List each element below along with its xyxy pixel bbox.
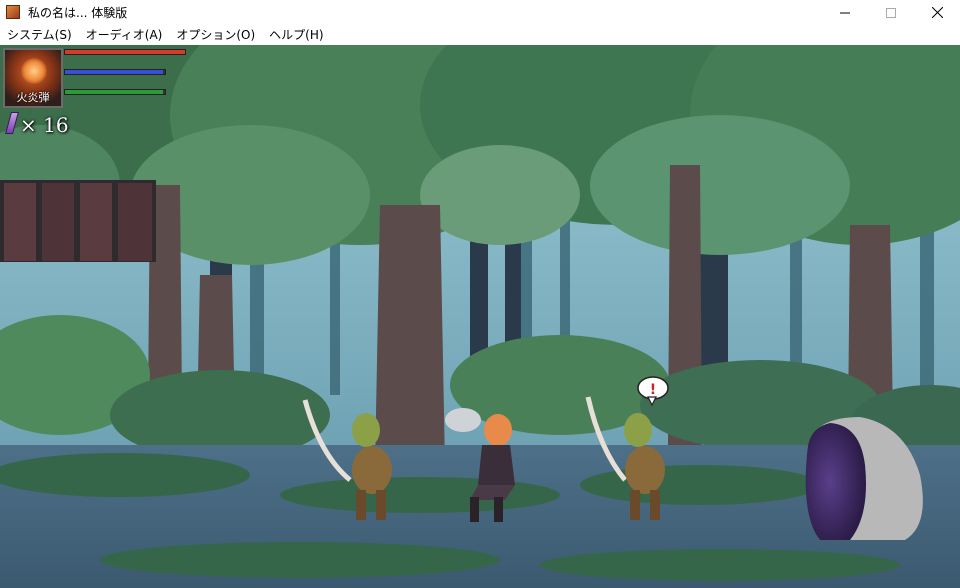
alert-mark: ! [650,382,656,398]
stamina-fill [65,90,163,94]
mana-bar [64,69,166,75]
minimize-icon [840,12,850,13]
game-viewport[interactable]: ! 火炎弾 × 16 [0,45,960,588]
skill-portrait[interactable]: 火炎弾 [3,48,63,108]
skill-label: 火炎弾 [16,91,50,104]
window-controls [822,0,960,25]
item-count: × 16 [20,113,69,137]
fireball-icon [21,58,47,84]
health-bar [64,49,186,55]
forest-scene: ! [0,45,960,588]
close-icon [931,7,943,18]
health-fill [65,50,185,54]
close-button[interactable] [914,0,960,25]
app-icon [6,5,20,19]
menu-bar: システム(S) オーディオ(A) オプション(O) ヘルプ(H) [0,25,960,45]
menu-options[interactable]: オプション(O) [169,25,262,45]
stamina-bar [64,89,166,95]
wooden-fence [0,180,156,262]
mana-fill [65,70,163,74]
menu-help[interactable]: ヘルプ(H) [262,25,330,45]
menu-system[interactable]: システム(S) [0,25,79,45]
maximize-icon [886,7,896,18]
maximize-button[interactable] [868,0,914,25]
minimize-button[interactable] [822,0,868,25]
window-title: 私の名は... 体験版 [28,5,128,20]
title-bar: 私の名は... 体験版 [0,0,960,25]
menu-audio[interactable]: オーディオ(A) [79,25,170,45]
